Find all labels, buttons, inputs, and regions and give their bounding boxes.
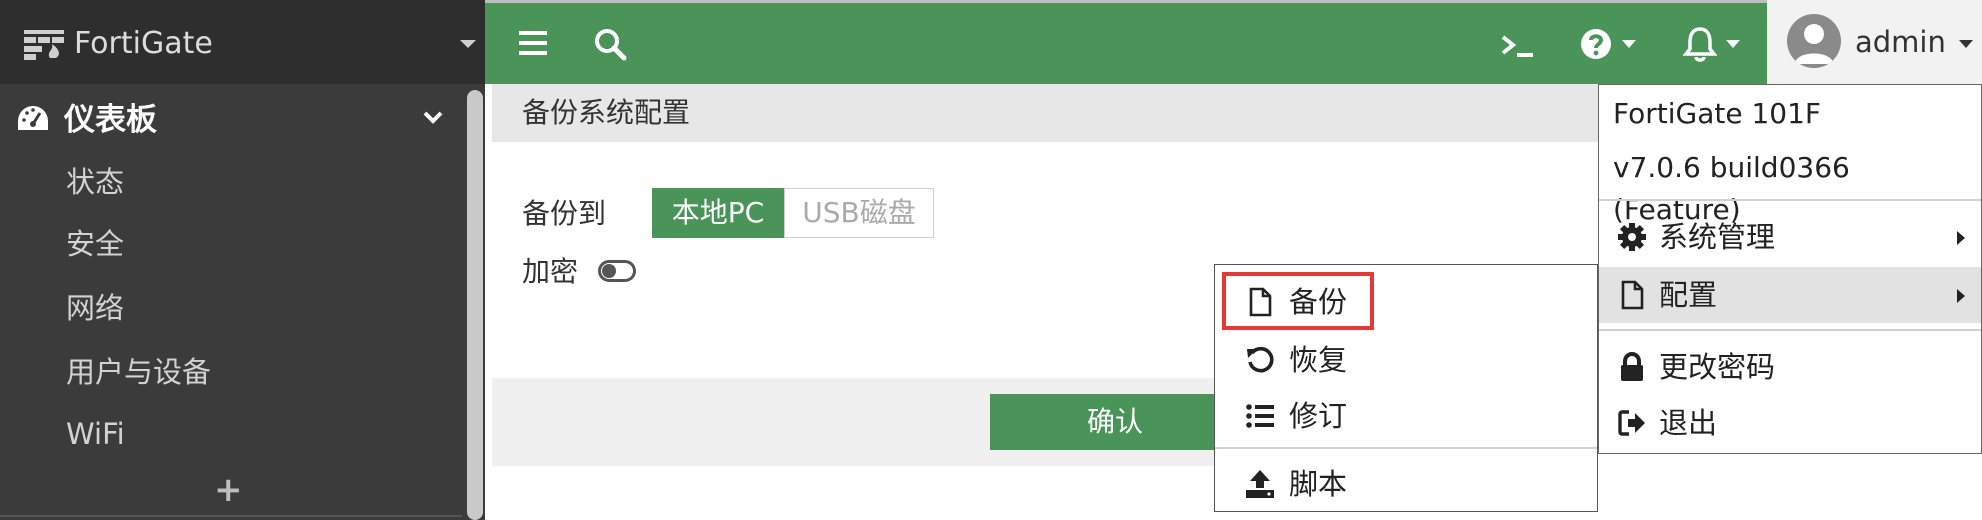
notification-bell-icon[interactable] (1683, 25, 1717, 63)
brand-name: FortiGate (74, 26, 213, 61)
page-header: 备份系统配置 (492, 84, 1598, 142)
divider (1599, 199, 1981, 201)
sidebar-item-network[interactable]: 网络 (66, 288, 124, 328)
config-submenu: 备份 恢复 修订 脚本 (1214, 264, 1598, 512)
caret-down-icon[interactable] (460, 40, 476, 48)
sidebar-header[interactable]: FortiGate (0, 0, 485, 84)
caret-down-icon[interactable] (1621, 39, 1637, 49)
menu-item-revisions[interactable]: 修订 (1233, 391, 1593, 441)
lock-icon (1621, 352, 1643, 381)
device-model: FortiGate 101F (1613, 97, 1822, 130)
menu-item-label: 配置 (1659, 278, 1718, 312)
avatar (1787, 14, 1841, 68)
sidebar-item-users-devices[interactable]: 用户与设备 (66, 352, 211, 392)
menu-hamburger-icon[interactable] (517, 29, 549, 57)
page-title: 备份系统配置 (522, 96, 691, 129)
caret-down-icon (1959, 40, 1973, 48)
caret-right-icon (1957, 289, 1965, 303)
help-icon[interactable] (1579, 27, 1613, 61)
add-widget-button[interactable]: + (214, 470, 243, 510)
confirm-button[interactable]: 确认 (990, 394, 1240, 450)
chevron-down-icon[interactable] (422, 108, 444, 126)
undo-icon (1247, 346, 1274, 373)
sidebar-item-wifi[interactable]: WiFi (66, 414, 125, 454)
backup-target-local-pc[interactable]: 本地PC (652, 188, 784, 238)
menu-item-label: 备份 (1289, 285, 1348, 319)
user-avatar-icon (1795, 24, 1833, 64)
upload-icon (1246, 470, 1274, 498)
menu-item-label: 退出 (1659, 406, 1718, 440)
file-icon (1621, 280, 1644, 310)
sidebar-scrollbar[interactable] (467, 90, 483, 520)
caret-right-icon (1957, 231, 1965, 245)
cli-console-icon[interactable] (1499, 31, 1537, 61)
divider (1215, 447, 1597, 449)
menu-item-label: 修订 (1289, 399, 1348, 433)
menu-item-change-password[interactable]: 更改密码 (1599, 339, 1981, 395)
divider (0, 515, 462, 517)
menu-item-backup[interactable]: 备份 (1233, 277, 1593, 327)
menu-item-system[interactable]: 系统管理 (1599, 209, 1981, 265)
sidebar-item-security[interactable]: 安全 (66, 224, 124, 264)
username-label: admin (1855, 25, 1946, 59)
search-icon[interactable] (593, 27, 627, 61)
menu-item-configuration[interactable]: 配置 (1599, 267, 1981, 323)
menu-item-label: 脚本 (1289, 467, 1348, 501)
toggle-knob (602, 264, 616, 278)
sidebar-item-status[interactable]: 状态 (66, 162, 124, 202)
sidebar: FortiGate 仪表板 状态 安全 网络 用户与设备 WiFi + (0, 0, 485, 520)
gear-icon (1618, 223, 1646, 251)
admin-dropdown: FortiGate 101F v7.0.6 build0366 (Feature… (1598, 84, 1982, 454)
top-bar (485, 0, 1982, 84)
menu-item-label: 系统管理 (1659, 220, 1776, 254)
nav-section-dashboard[interactable]: 仪表板 (0, 94, 465, 146)
list-icon (1246, 404, 1274, 428)
backup-to-label: 备份到 (522, 197, 607, 230)
menu-item-label: 更改密码 (1659, 350, 1776, 384)
menu-item-label: 恢复 (1289, 343, 1348, 377)
encrypt-toggle[interactable] (598, 260, 636, 282)
dashboard-gauge-icon (18, 106, 48, 130)
caret-down-icon[interactable] (1725, 39, 1741, 49)
menu-item-scripts[interactable]: 脚本 (1233, 459, 1593, 509)
sign-out-icon (1618, 410, 1645, 436)
file-icon (1249, 287, 1272, 317)
backup-target-usb-disk[interactable]: USB磁盘 (784, 188, 934, 238)
divider (1599, 329, 1981, 331)
encrypt-label: 加密 (522, 255, 579, 288)
menu-item-logout[interactable]: 退出 (1599, 395, 1981, 451)
nav-section-label: 仪表板 (64, 102, 157, 138)
fortigate-logo-icon (24, 30, 64, 60)
menu-item-restore[interactable]: 恢复 (1233, 335, 1593, 385)
user-menu-button[interactable]: admin (1767, 0, 1982, 84)
